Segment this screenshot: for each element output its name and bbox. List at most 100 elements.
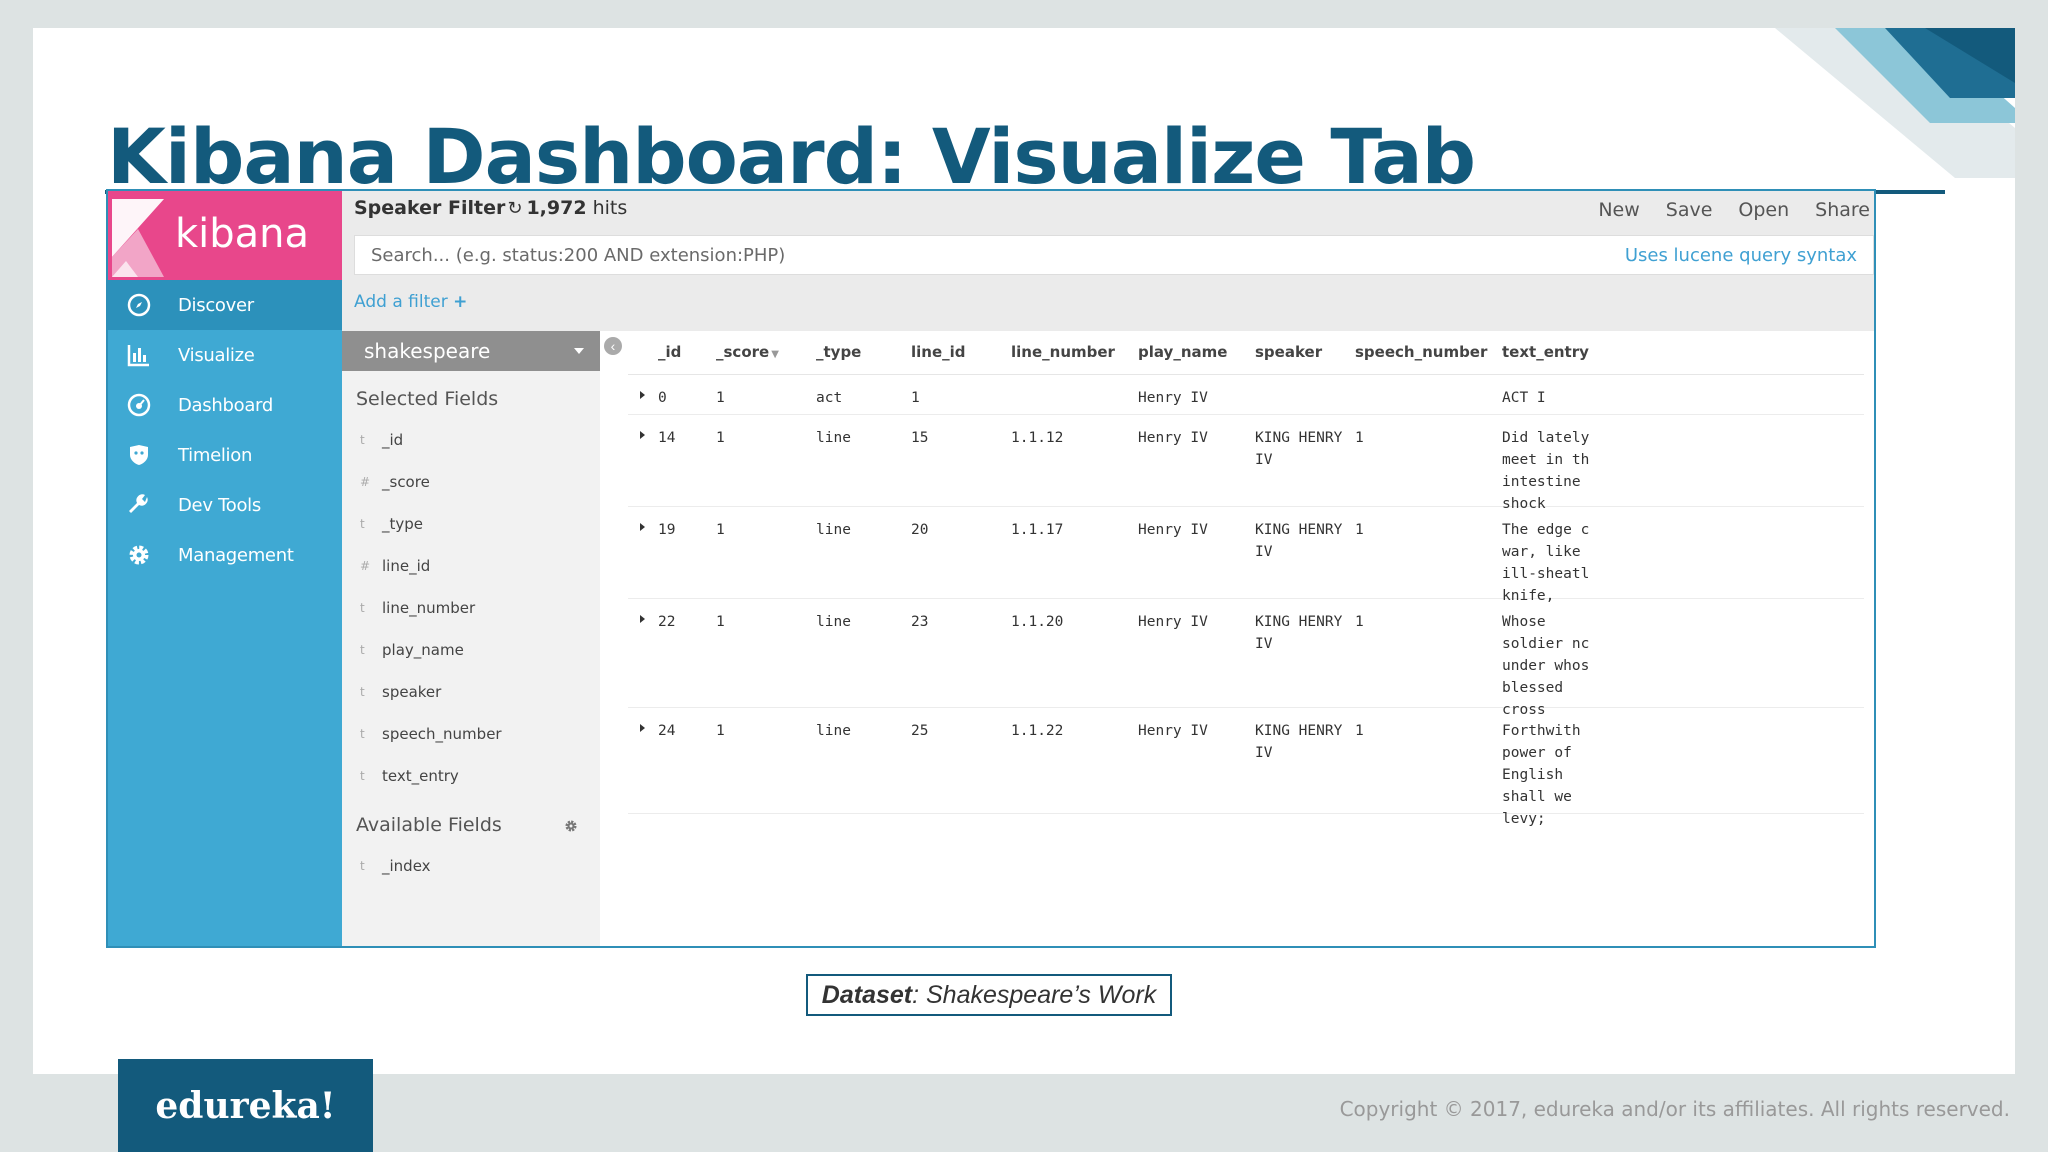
main-panel: Speaker Filter ↻ 1,972 hits New Save Open … [342, 191, 1874, 946]
column-header[interactable]: _score ▼ [716, 343, 779, 361]
refresh-icon[interactable]: ↻ [507, 198, 522, 219]
field-item[interactable]: t speaker [342, 671, 600, 713]
column-header-label: _type [816, 343, 862, 361]
save-button[interactable]: Save [1666, 199, 1713, 221]
dashboard-gauge-icon [124, 390, 154, 420]
table-cell: 14 [658, 430, 676, 446]
table-cell: Henry IV [1138, 522, 1208, 538]
column-header[interactable]: line_id [911, 343, 966, 361]
field-item[interactable]: # line_id [342, 545, 600, 587]
field-name: text_entry [382, 767, 459, 785]
copyright-text: Copyright © 2017, edureka and/or its aff… [1339, 1097, 2010, 1121]
sidebar-item-discover[interactable]: Discover [108, 280, 342, 330]
field-name: line_id [382, 557, 431, 575]
plus-icon: + [453, 292, 468, 312]
field-name: _id [382, 431, 404, 449]
table-cell: Henry IV [1138, 614, 1208, 630]
new-button[interactable]: New [1598, 199, 1639, 221]
field-item[interactable]: # _score [342, 461, 600, 503]
column-header-label: speech_number [1355, 343, 1488, 361]
field-type-icon: t [360, 517, 365, 531]
field-type-icon: t [360, 643, 365, 657]
table-cell: 1 [1355, 723, 1364, 739]
table-header: _id _score ▼ _type line_id line_number play_na… [628, 331, 1864, 375]
top-actions: New Save Open Share [1572, 199, 1870, 221]
chevron-down-icon [574, 348, 584, 354]
sidebar-item-label: Visualize [178, 344, 255, 366]
table-cell: ACT I [1502, 390, 1546, 406]
table-cell: 0 [658, 390, 667, 406]
field-name: line_number [382, 599, 476, 617]
index-pattern-select[interactable]: shakespeare [342, 331, 600, 371]
table-body: 0 1 act 1 Henry IV ACT I 14 1 line 15 1.1.12 Henry … [628, 375, 1864, 827]
expand-row-icon[interactable] [640, 615, 645, 623]
field-type-icon: t [360, 433, 365, 447]
column-header-label: _score [716, 343, 770, 361]
column-header[interactable]: _id [658, 343, 681, 361]
sidebar-item-visualize[interactable]: Visualize [108, 330, 342, 380]
field-item[interactable]: t _index [342, 845, 600, 887]
table-cell: Whose soldier nc under whos blessed cros… [1502, 614, 1590, 718]
sidebar-item-dev-tools[interactable]: Dev Tools [108, 480, 342, 530]
field-type-icon: # [360, 475, 371, 489]
column-header[interactable]: speech_number [1355, 343, 1487, 361]
column-header[interactable]: line_number [1011, 343, 1115, 361]
expand-row-icon[interactable] [640, 391, 645, 399]
saved-search-title: Speaker Filter ↻ 1,972 hits [354, 197, 627, 219]
expand-row-icon[interactable] [640, 523, 645, 531]
table-cell: 22 [658, 614, 676, 630]
column-header[interactable]: speaker [1255, 343, 1322, 361]
field-item[interactable]: t line_number [342, 587, 600, 629]
column-header[interactable]: _type [816, 343, 861, 361]
sidebar-item-management[interactable]: Management [108, 530, 342, 580]
kibana-logo[interactable]: kibana [108, 191, 342, 280]
table-cell: Henry IV [1138, 723, 1208, 739]
saved-search-name: Speaker Filter [354, 197, 506, 219]
search-button[interactable] [1874, 235, 1876, 275]
column-header-label: line_number [1011, 343, 1115, 361]
available-fields-list: t _index [342, 845, 600, 887]
table-cell: The edge c war, like ill-sheatl knife, [1502, 522, 1590, 604]
search-box: Uses lucene query syntax [354, 235, 1874, 275]
field-item[interactable]: t text_entry [342, 755, 600, 797]
field-item[interactable]: t _id [342, 419, 600, 461]
gear-icon[interactable] [564, 819, 578, 833]
expand-row-icon[interactable] [640, 724, 645, 732]
table-cell: 25 [911, 723, 929, 739]
table-cell: 1 [1355, 522, 1364, 538]
table-cell: 1 [1355, 430, 1364, 446]
hits-count: 1,972 [526, 197, 587, 219]
column-header[interactable]: play_name [1138, 343, 1227, 361]
column-header[interactable]: text_entry [1502, 343, 1589, 361]
sidebar-item-dashboard[interactable]: Dashboard [108, 380, 342, 430]
table-cell: 1.1.17 [1011, 522, 1064, 538]
sidebar-item-timelion[interactable]: Timelion [108, 430, 342, 480]
share-button[interactable]: Share [1815, 199, 1870, 221]
selected-fields-list: t _id # _score t _type # line_id t line_number t pl… [342, 419, 600, 797]
add-filter-link[interactable]: Add a filter + [354, 292, 467, 312]
table-cell: 1 [911, 390, 920, 406]
table-cell: line [816, 430, 851, 446]
field-item[interactable]: t play_name [342, 629, 600, 671]
lucene-syntax-link[interactable]: Uses lucene query syntax [1625, 245, 1857, 266]
table-cell: 1 [716, 614, 725, 630]
sort-icon[interactable]: ▼ [771, 349, 779, 360]
field-item[interactable]: t speech_number [342, 713, 600, 755]
table-cell: 1 [716, 522, 725, 538]
table-row: 24 1 line 25 1.1.22 Henry IV KING HENRY IV 1 For… [628, 708, 1864, 827]
search-input[interactable] [355, 236, 1575, 274]
document-table: _id _score ▼ _type line_id line_number play_na… [628, 331, 1864, 946]
gear-icon [124, 540, 154, 570]
table-row: 0 1 act 1 Henry IV ACT I [628, 375, 1864, 415]
field-name: _type [382, 515, 424, 533]
field-name: _score [382, 473, 430, 491]
table-cell: line [816, 614, 851, 630]
wrench-icon [124, 490, 154, 520]
query-bar: Speaker Filter ↻ 1,972 hits New Save Open … [342, 191, 1874, 331]
table-cell: line [816, 723, 851, 739]
collapse-sidebar-icon[interactable]: ‹ [604, 337, 622, 355]
open-button[interactable]: Open [1738, 199, 1789, 221]
table-cell: 1 [716, 723, 725, 739]
field-item[interactable]: t _type [342, 503, 600, 545]
expand-row-icon[interactable] [640, 431, 645, 439]
